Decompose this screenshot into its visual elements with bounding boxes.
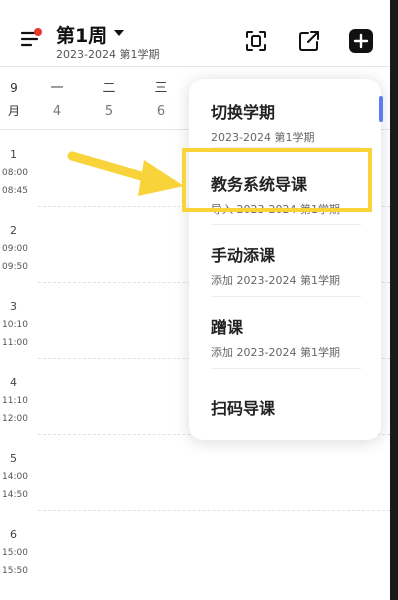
day-column-wed: 三 6 bbox=[146, 77, 176, 119]
day-date: 4 bbox=[52, 104, 62, 119]
menu-item-switch-term[interactable]: 切换学期 2023-2024 第1学期 bbox=[211, 99, 361, 145]
notification-dot bbox=[34, 28, 42, 36]
add-icon[interactable] bbox=[348, 28, 374, 54]
menu-divider bbox=[211, 224, 361, 225]
period-number: 2 bbox=[10, 224, 17, 237]
menu-divider bbox=[211, 296, 361, 297]
menu-item-label: 切换学期 bbox=[211, 103, 276, 122]
period-start-time: 14:00 bbox=[2, 472, 28, 482]
menu-item-label: 手动添课 bbox=[211, 246, 276, 265]
pointer-arrow-icon bbox=[67, 151, 184, 196]
day-date: 6 bbox=[156, 104, 166, 119]
chevron-down-icon[interactable] bbox=[114, 30, 124, 36]
menu-item-scan-import[interactable]: 扫码导课 bbox=[211, 395, 361, 419]
period-end-time: 08:45 bbox=[2, 186, 28, 196]
time-slot-row: 6 15:00 15:50 bbox=[0, 510, 390, 586]
period-number: 3 bbox=[10, 300, 17, 313]
period-end-time: 12:00 bbox=[2, 414, 28, 424]
period-end-time: 14:50 bbox=[2, 490, 28, 500]
time-slot-row: 5 14:00 14:50 bbox=[0, 434, 390, 511]
day-name: 二 bbox=[102, 81, 116, 96]
week-title[interactable]: 第1周 bbox=[56, 21, 107, 48]
share-external-icon[interactable] bbox=[296, 28, 322, 54]
term-subtitle: 2023-2024 第1学期 bbox=[56, 48, 160, 61]
menu-item-label: 扫码导课 bbox=[211, 399, 276, 418]
period-end-time: 15:50 bbox=[2, 566, 28, 576]
menu-item-subtitle: 2023-2024 第1学期 bbox=[211, 131, 315, 144]
menu-item-label: 蹭课 bbox=[211, 318, 244, 337]
scrollbar-thumb[interactable] bbox=[379, 96, 383, 122]
period-start-time: 09:00 bbox=[2, 244, 28, 254]
day-name: 一 bbox=[50, 81, 64, 96]
import-course-popup-menu: 切换学期 2023-2024 第1学期 教务系统导课 导入 2023-2024 … bbox=[189, 79, 381, 440]
menu-divider bbox=[211, 368, 361, 369]
day-name: 三 bbox=[154, 81, 168, 96]
menu-item-manual-add[interactable]: 手动添课 添加 2023-2024 第1学期 bbox=[211, 242, 361, 288]
period-end-time: 09:50 bbox=[2, 262, 28, 272]
month-unit: 月 bbox=[8, 104, 21, 118]
period-start-time: 10:10 bbox=[2, 320, 28, 330]
scan-frame-icon[interactable] bbox=[243, 28, 269, 54]
month-number: 9 bbox=[10, 81, 18, 95]
period-end-time: 11:00 bbox=[2, 338, 28, 348]
day-column-tue: 二 5 bbox=[94, 77, 124, 119]
period-number: 5 bbox=[10, 452, 17, 465]
highlight-box bbox=[182, 148, 372, 212]
menu-item-audit-course[interactable]: 蹭课 添加 2023-2024 第1学期 bbox=[211, 314, 361, 360]
period-number: 1 bbox=[10, 148, 17, 161]
device-frame-edge bbox=[390, 0, 398, 600]
period-start-time: 11:10 bbox=[2, 396, 28, 406]
day-column-mon: 一 4 bbox=[42, 77, 72, 119]
period-start-time: 08:00 bbox=[2, 168, 28, 178]
menu-item-subtitle: 添加 2023-2024 第1学期 bbox=[211, 346, 340, 359]
period-number: 6 bbox=[10, 528, 17, 541]
app-header: 第1周 2023-2024 第1学期 bbox=[0, 0, 390, 66]
period-start-time: 15:00 bbox=[2, 548, 28, 558]
menu-item-subtitle: 添加 2023-2024 第1学期 bbox=[211, 274, 340, 287]
day-date: 5 bbox=[104, 104, 114, 119]
period-number: 4 bbox=[10, 376, 17, 389]
